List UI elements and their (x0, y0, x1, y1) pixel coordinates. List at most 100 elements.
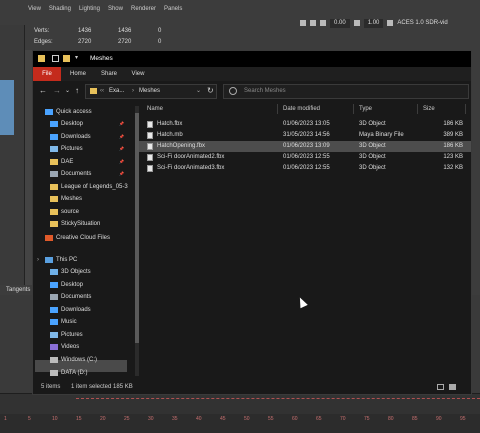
address-row: ← → ⌄ ↑ ‹‹ Exa... › Meshes ⌄ ↻ Search Me… (33, 82, 471, 102)
folder-icon (38, 55, 45, 62)
file-row[interactable]: Hatch.mb 31/05/2023 14:56 Maya Binary File… (139, 130, 471, 141)
colorspace-label[interactable]: ACES 1.0 SDR-vid (397, 20, 447, 26)
nav-item[interactable]: Meshes (33, 193, 133, 205)
file-date: 01/06/2023 12:55 (283, 165, 330, 171)
address-bar[interactable]: ‹‹ Exa... › Meshes ⌄ (85, 84, 217, 99)
column-divider[interactable] (417, 104, 418, 114)
breadcrumb-parent[interactable]: Exa... (109, 85, 124, 98)
tab-view[interactable]: View (127, 67, 149, 81)
file-date: 01/06/2023 12:55 (283, 154, 330, 160)
timeline-ruler[interactable]: 1 5 10 15 20 25 30 35 40 45 50 55 60 65 70 75 80 85 90 95 (0, 414, 480, 433)
nav-item[interactable]: Pictures 📌 (33, 143, 133, 155)
recent-dropdown-icon[interactable]: ⌄ (65, 86, 70, 96)
nav-item[interactable]: DAE 📌 (33, 156, 133, 168)
file-row[interactable]: Sci-Fi doorAnimated3.fbx 01/06/2023 12:55… (139, 163, 471, 174)
column-header-name[interactable]: Name (147, 102, 163, 116)
timeline-tick-label: 45 (220, 416, 226, 422)
refresh-icon[interactable]: ↻ (207, 86, 214, 95)
toolbar-icon[interactable] (300, 20, 306, 26)
nav-item[interactable]: League of Legends_05-3 (33, 181, 133, 193)
address-dropdown-icon[interactable]: ⌄ (196, 85, 201, 98)
details-view-icon[interactable] (437, 384, 444, 390)
file-row[interactable]: HatchOpening.fbx 01/06/2023 13:09 3D Objec… (139, 141, 471, 152)
column-divider[interactable] (353, 104, 354, 114)
timeline-tick-label: 30 (148, 416, 154, 422)
file-row[interactable]: Sci-Fi doorAnimated2.fbx 01/06/2023 12:55… (139, 152, 471, 163)
toolbar-icon[interactable] (353, 20, 360, 26)
timeline-tick-label: 75 (364, 416, 370, 422)
column-header-type[interactable]: Type (359, 102, 372, 116)
ribbon-tabs: File Home Share View (33, 67, 471, 81)
file-icon (147, 165, 153, 172)
expand-chevron-icon[interactable]: › (37, 254, 39, 266)
nav-item-label: Meshes (61, 196, 83, 202)
nav-item[interactable]: Desktop (33, 279, 133, 291)
toolbar-icon[interactable] (387, 20, 394, 26)
nav-item-label: Pictures (61, 332, 83, 338)
forward-icon[interactable]: → (53, 86, 61, 96)
file-icon (147, 143, 153, 150)
3d-objects-icon (50, 269, 58, 275)
nav-item[interactable]: StickySituation (33, 218, 133, 230)
status-bar: 5 items 1 item selected 185 KB (33, 380, 471, 394)
nav-item[interactable]: Documents 📌 (33, 168, 133, 180)
nav-item[interactable]: Downloads (33, 304, 133, 316)
nav-item[interactable]: Creative Cloud Files (33, 232, 133, 244)
timeline-dashed-line (76, 398, 480, 399)
file-name: Hatch.mb (157, 132, 183, 138)
time-slider[interactable] (0, 393, 480, 414)
title-bar[interactable]: ▾ Meshes (33, 51, 471, 67)
column-divider[interactable] (277, 104, 278, 114)
file-row[interactable]: Hatch.fbx 01/06/2023 13:05 3D Object 186 KB (139, 119, 471, 130)
search-icon (229, 87, 237, 95)
properties-icon[interactable] (52, 55, 59, 62)
menu-lighting[interactable]: Lighting (79, 6, 100, 16)
file-size: 389 KB (443, 132, 463, 138)
column-header-date[interactable]: Date modified (283, 102, 320, 116)
search-input[interactable]: Search Meshes (223, 84, 469, 99)
nav-item[interactable]: Music (33, 316, 133, 328)
nav-item[interactable]: Pictures (33, 329, 133, 341)
nav-item[interactable]: Windows (C:) (33, 354, 133, 366)
file-type: Maya Binary File (359, 132, 404, 138)
new-folder-icon[interactable] (63, 55, 70, 62)
menu-view[interactable]: View (28, 6, 41, 16)
column-divider[interactable] (465, 104, 466, 114)
nav-item-label: Pictures (61, 146, 83, 152)
nav-item[interactable]: source (33, 206, 133, 218)
nav-item[interactable]: DATA (D:) (33, 367, 133, 379)
nav-item[interactable]: Desktop 📌 (33, 118, 133, 130)
nav-item[interactable]: Quick access (33, 106, 133, 118)
toolbar-icon[interactable] (320, 20, 326, 26)
gamma-field[interactable]: 1.00 (363, 18, 384, 28)
menu-panels[interactable]: Panels (164, 6, 182, 16)
menu-show[interactable]: Show (108, 6, 123, 16)
back-icon[interactable]: ← (39, 86, 47, 96)
tab-share[interactable]: Share (95, 67, 123, 81)
menu-renderer[interactable]: Renderer (131, 6, 156, 16)
nav-item[interactable]: This PC › (33, 254, 133, 266)
column-header-size[interactable]: Size (423, 102, 435, 116)
up-icon[interactable]: ↑ (75, 86, 79, 96)
nav-item[interactable]: Videos (33, 341, 133, 353)
chevron-down-icon[interactable]: ▾ (75, 54, 82, 61)
tab-home[interactable]: Home (65, 67, 91, 81)
exposure-field[interactable]: 0.00 (330, 18, 350, 28)
nav-item[interactable]: Downloads 📌 (33, 131, 133, 143)
nav-item-label: League of Legends_05-3 (61, 184, 128, 190)
large-icons-view-icon[interactable] (449, 384, 456, 390)
folder-icon (50, 209, 58, 215)
nav-item-label: DATA (D:) (61, 370, 88, 376)
star-icon (45, 109, 53, 115)
videos-icon (50, 344, 58, 350)
breadcrumb-separator-icon: › (132, 88, 134, 94)
timeline-tick-label: 55 (268, 416, 274, 422)
nav-item[interactable]: 3D Objects (33, 266, 133, 278)
nav-item[interactable]: Documents (33, 291, 133, 303)
nav-item-label: DAE (61, 159, 74, 165)
toolbar-icon[interactable] (310, 20, 316, 26)
tab-file[interactable]: File (33, 67, 61, 81)
breadcrumb-current[interactable]: Meshes (139, 85, 160, 98)
timeline-tick-label: 40 (196, 416, 202, 422)
menu-shading[interactable]: Shading (49, 6, 71, 16)
